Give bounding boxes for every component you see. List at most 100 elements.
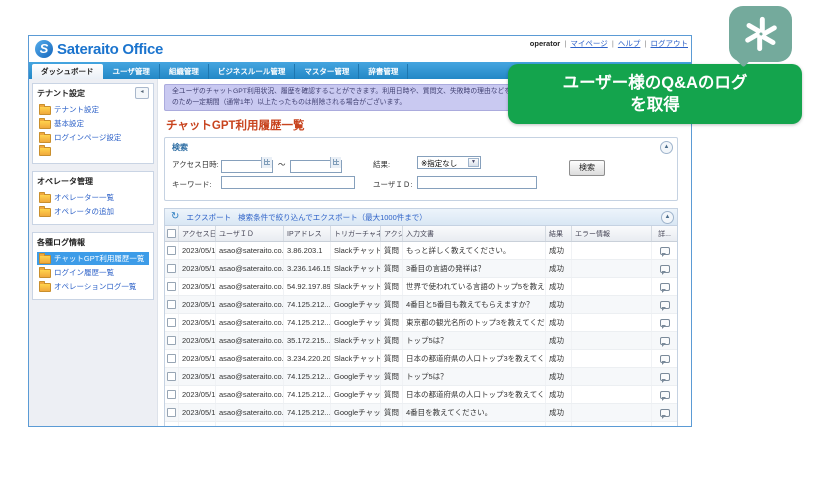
user-id-input[interactable] — [417, 176, 537, 189]
refresh-icon[interactable]: ↻ — [171, 212, 179, 222]
tab-user-management[interactable]: ユーザ管理 — [104, 64, 160, 79]
cell-action: 質問 — [381, 404, 403, 421]
sidebar-panel-title: オペレータ管理 — [37, 176, 149, 187]
row-checkbox[interactable] — [167, 426, 176, 427]
col-input-text: 入力文書 — [403, 226, 546, 241]
sidebar-item-label: テナント設定 — [54, 104, 99, 115]
calendar-icon[interactable] — [330, 157, 341, 168]
cell-trigger-channel: Slackチャットボ... — [331, 350, 381, 367]
cell-result: 成功 — [546, 386, 572, 403]
table-row: 2023/05/1... asao@sateraito.co.jp 54.92.… — [165, 278, 677, 296]
sidebar-item-untitled[interactable] — [37, 145, 149, 157]
cell-action: 質問 — [381, 350, 403, 367]
sateraito-logo-icon: S — [35, 40, 53, 58]
detail-bubble-icon[interactable] — [660, 373, 670, 381]
cell-trigger-channel: Slackチャットボ... — [331, 278, 381, 295]
result-select[interactable]: ※指定なし ▼ — [417, 156, 481, 169]
col-trigger-channel: トリガーチャネル種別 — [331, 226, 381, 241]
row-checkbox[interactable] — [167, 408, 176, 417]
cell-error-info — [572, 422, 652, 427]
cell-action: 質問 — [381, 332, 403, 349]
row-checkbox[interactable] — [167, 354, 176, 363]
detail-bubble-icon[interactable] — [660, 283, 670, 291]
cell-action: 質問 — [381, 296, 403, 313]
sidebar-item-tenant-settings[interactable]: テナント設定 — [37, 103, 149, 116]
folder-icon — [39, 194, 51, 203]
mypage-link[interactable]: マイページ — [570, 39, 607, 48]
detail-bubble-icon[interactable] — [660, 337, 670, 345]
keyword-label: キーワード: — [172, 179, 212, 190]
export-filtered-link[interactable]: 検索条件で絞り込んでエクスポート（最大1000件まで） — [238, 212, 427, 223]
cell-ip-address: 3.234.220.204 — [284, 350, 331, 367]
sidebar-item-basic-settings[interactable]: 基本設定 — [37, 117, 149, 130]
sidebar-item-operation-log[interactable]: オペレーションログ一覧 — [37, 280, 149, 293]
table-row: 2023/05/1... asao@sateraito.co.jp 3.236.… — [165, 260, 677, 278]
calendar-icon[interactable] — [261, 157, 272, 168]
cell-access-date: 2023/05/1... — [179, 350, 216, 367]
search-button[interactable]: 検索 — [569, 160, 605, 176]
tab-dictionary-management[interactable]: 辞書管理 — [359, 64, 408, 79]
cell-user-id: asao@sateraito.co.jp — [216, 314, 284, 331]
cell-ip-address: 74.125.212... — [284, 404, 331, 421]
account-links: operator | マイページ | ヘルプ | ログアウト — [530, 38, 688, 49]
detail-bubble-icon[interactable] — [660, 247, 670, 255]
cell-ip-address: 74.125.212... — [284, 386, 331, 403]
keyword-input[interactable] — [221, 176, 355, 189]
row-checkbox[interactable] — [167, 300, 176, 309]
sidebar-item-operator-list[interactable]: オペレーター一覧 — [37, 191, 149, 204]
row-checkbox[interactable] — [167, 390, 176, 399]
row-checkbox[interactable] — [167, 372, 176, 381]
date-from-wrap — [221, 156, 273, 169]
row-checkbox[interactable] — [167, 246, 176, 255]
detail-bubble-icon[interactable] — [660, 391, 670, 399]
sidebar-collapse-button[interactable]: ◂ — [135, 87, 149, 99]
sidebar-item-chatgpt-log-list[interactable]: チャットGPT利用履歴一覧 — [37, 252, 149, 265]
cell-input-text: 4番目と5番目も教えてもらえますか？ — [403, 296, 546, 313]
row-checkbox[interactable] — [167, 282, 176, 291]
export-link[interactable]: エクスポート — [186, 212, 231, 223]
sidebar-item-login-page-settings[interactable]: ログインページ設定 — [37, 131, 149, 144]
logout-link[interactable]: ログアウト — [651, 39, 689, 48]
callout-line1: ユーザー様のQ&Aのログ — [563, 72, 748, 94]
collapse-panel-icon[interactable]: ▲ — [661, 211, 674, 224]
row-select-cell — [165, 278, 179, 295]
table-row: 2023/05/1... asao@sateraito.co.jp 74.125… — [165, 296, 677, 314]
screenshot-canvas: S Sateraito Office operator | マイページ | ヘル… — [0, 0, 840, 486]
folder-icon — [39, 134, 51, 143]
detail-bubble-icon[interactable] — [660, 301, 670, 309]
tab-business-rules[interactable]: ビジネスルール管理 — [209, 64, 296, 79]
sidebar-item-label: ログインページ設定 — [54, 132, 121, 143]
cell-action: 質問 — [381, 242, 403, 259]
detail-bubble-icon[interactable] — [660, 319, 670, 327]
cell-error-info — [572, 278, 652, 295]
cell-error-info — [572, 314, 652, 331]
cell-action: 質問 — [381, 422, 403, 427]
row-checkbox[interactable] — [167, 318, 176, 327]
cell-access-date: 2023/05/1... — [179, 296, 216, 313]
select-all-checkbox[interactable] — [167, 229, 176, 238]
detail-bubble-icon[interactable] — [660, 355, 670, 363]
table-row: 2023/05/1... asao@sateraito.co.jp 74.125… — [165, 314, 677, 332]
folder-icon — [39, 283, 51, 292]
cell-error-info — [572, 368, 652, 385]
help-link[interactable]: ヘルプ — [618, 39, 641, 48]
cell-user-id: asao@sateraito.co.jp — [216, 368, 284, 385]
cell-user-id: asao@sateraito.co.jp — [216, 296, 284, 313]
chevron-down-icon: ▼ — [468, 158, 479, 167]
cell-result: 成功 — [546, 332, 572, 349]
cell-action: 質問 — [381, 260, 403, 277]
sidebar-item-operator-add[interactable]: オペレータの追加 — [37, 205, 149, 218]
cell-detail — [652, 278, 677, 295]
row-checkbox[interactable] — [167, 264, 176, 273]
detail-bubble-icon[interactable] — [660, 265, 670, 273]
tab-master-management[interactable]: マスター管理 — [295, 64, 359, 79]
detail-bubble-icon[interactable] — [660, 409, 670, 417]
row-select-cell — [165, 350, 179, 367]
cell-user-id: asao@sateraito.co.jp — [216, 350, 284, 367]
row-checkbox[interactable] — [167, 336, 176, 345]
tab-org-management[interactable]: 組織管理 — [160, 64, 209, 79]
cell-input-text: トップ5は？ — [403, 332, 546, 349]
tab-dashboard[interactable]: ダッシュボード — [32, 64, 103, 79]
collapse-panel-icon[interactable]: ▲ — [660, 141, 673, 154]
sidebar-item-login-history[interactable]: ログイン履歴一覧 — [37, 266, 149, 279]
